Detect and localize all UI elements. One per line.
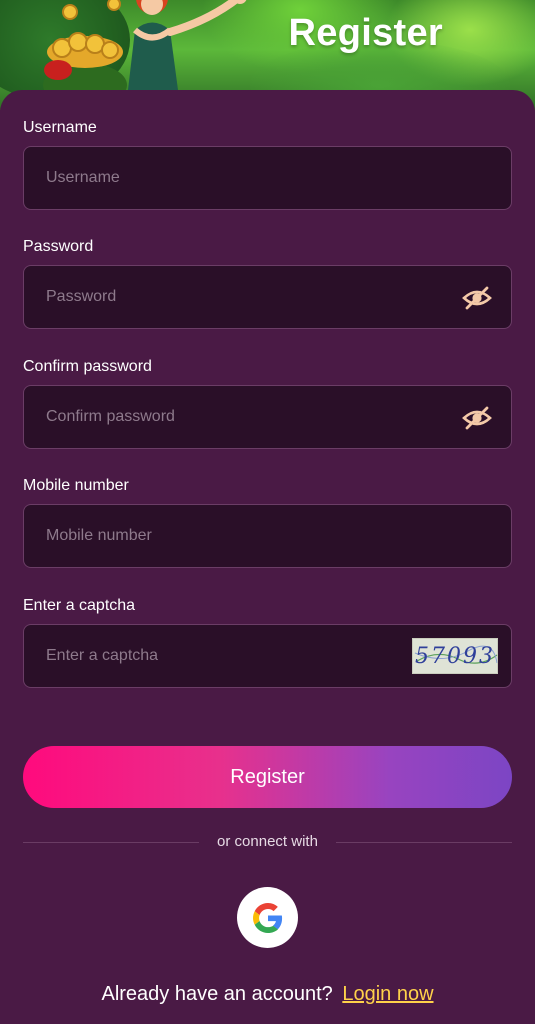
register-button[interactable]: Register <box>23 746 512 808</box>
username-field-box <box>23 146 512 210</box>
eye-slash-icon <box>462 286 492 310</box>
confirm-password-field-box <box>23 385 512 449</box>
confirm-password-label: Confirm password <box>23 358 152 375</box>
register-page: Register Username Password Confirm passw… <box>0 0 535 1024</box>
password-visibility-toggle[interactable] <box>461 283 493 313</box>
username-label: Username <box>23 119 97 136</box>
mobile-number-field-box <box>23 504 512 568</box>
captcha-image[interactable]: 57093 <box>412 638 498 674</box>
login-prompt: Already have an account? Login now <box>0 983 535 1006</box>
banner-character-illustration <box>43 0 247 100</box>
login-prompt-text: Already have an account? <box>101 983 333 1005</box>
captcha-label: Enter a captcha <box>23 597 136 614</box>
connect-with-label: or connect with <box>217 833 318 850</box>
confirm-password-input[interactable] <box>24 386 511 448</box>
eye-slash-icon <box>462 406 492 430</box>
password-field-box <box>23 265 512 329</box>
google-icon <box>252 902 282 933</box>
mobile-number-input[interactable] <box>24 505 511 567</box>
username-input[interactable] <box>24 147 511 209</box>
register-form-panel: Username Password Confirm password <box>0 90 535 1024</box>
confirm-password-visibility-toggle[interactable] <box>461 403 493 433</box>
login-now-link[interactable]: Login now <box>342 983 433 1005</box>
mobile-number-label: Mobile number <box>23 477 129 494</box>
captcha-field-box: 57093 <box>23 624 512 688</box>
google-signin-button[interactable] <box>237 887 298 948</box>
password-input[interactable] <box>24 266 511 328</box>
password-label: Password <box>23 238 94 255</box>
captcha-text: 57093 <box>415 643 495 669</box>
page-title: Register <box>288 12 443 54</box>
